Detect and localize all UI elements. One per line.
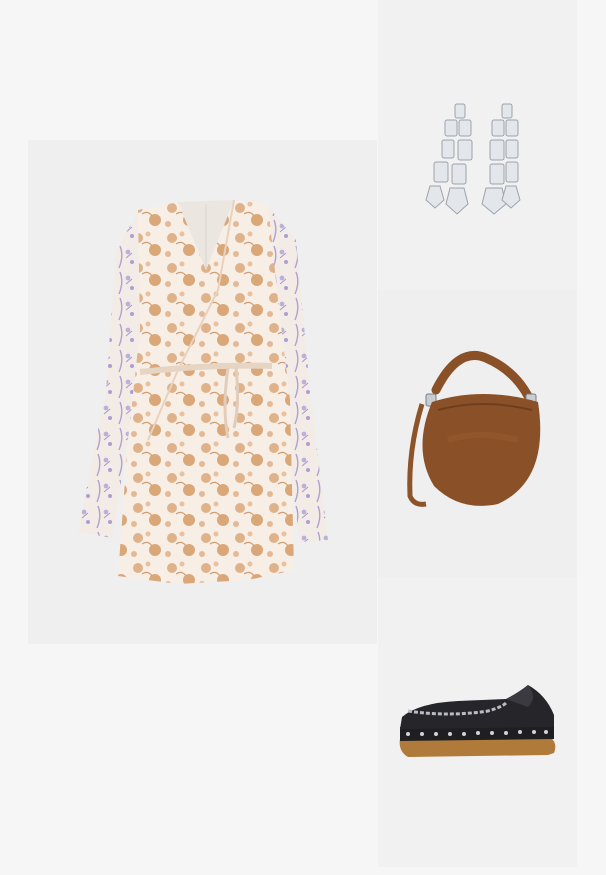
bag-product-tile[interactable]: [378, 290, 577, 577]
studded-clog-icon: [399, 685, 556, 757]
suede-hobo-bag-icon: [407, 350, 541, 507]
floral-wrap-dress-icon: [78, 199, 328, 584]
clog-product-tile[interactable]: [378, 577, 577, 867]
earrings-product-tile[interactable]: [378, 0, 577, 290]
crystal-drop-earrings-icon: [425, 103, 521, 215]
dress-product-tile[interactable]: [28, 140, 377, 644]
